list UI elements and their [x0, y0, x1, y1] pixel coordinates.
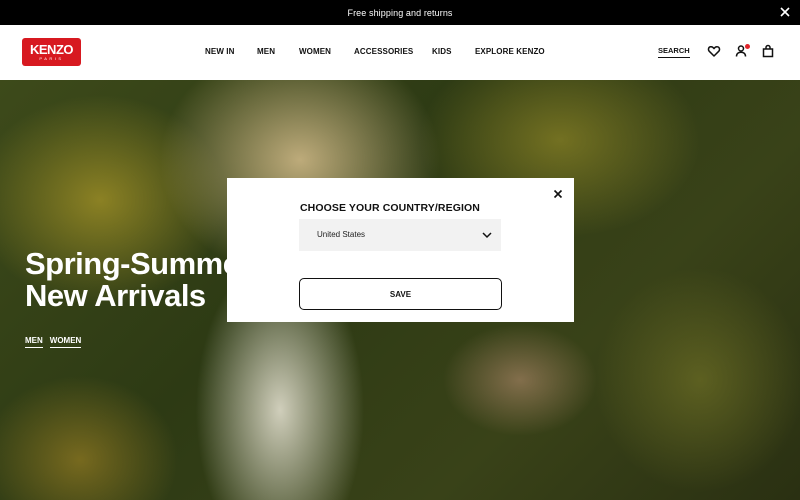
nav-accessories[interactable]: ACCESSORIES [354, 47, 413, 56]
nav-explore-kenzo[interactable]: EXPLORE KENZO [475, 47, 545, 56]
nav-new-in[interactable]: NEW IN [205, 47, 235, 56]
hero-title: Spring-Summer New Arrivals [25, 246, 252, 313]
nav-women[interactable]: WOMEN [299, 47, 331, 56]
country-region-modal: CHOOSE YOUR COUNTRY/REGION United States… [227, 178, 574, 322]
modal-close-icon[interactable] [552, 188, 564, 200]
close-icon[interactable] [778, 5, 792, 19]
nav-kids[interactable]: KIDS [432, 47, 452, 56]
hero-link-women[interactable]: WOMEN [49, 336, 82, 348]
country-select[interactable]: United States [299, 219, 501, 251]
search-link[interactable]: SEARCH [658, 46, 690, 58]
site-header: KENZO PARIS NEW IN MEN WOMEN ACCESSORIES… [0, 25, 800, 80]
chevron-down-icon [481, 229, 493, 241]
notification-dot [745, 44, 750, 49]
announcement-bar: Free shipping and returns [0, 0, 800, 25]
nav-men[interactable]: MEN [257, 47, 275, 56]
save-button[interactable]: SAVE [299, 278, 502, 310]
bag-icon[interactable] [761, 44, 775, 58]
country-select-value: United States [317, 230, 366, 239]
heart-icon[interactable] [707, 44, 721, 58]
announcement-text: Free shipping and returns [347, 7, 453, 18]
hero-link-men[interactable]: MEN [25, 336, 43, 348]
hero-links: MEN WOMEN [25, 336, 82, 348]
modal-heading: CHOOSE YOUR COUNTRY/REGION [300, 202, 480, 214]
